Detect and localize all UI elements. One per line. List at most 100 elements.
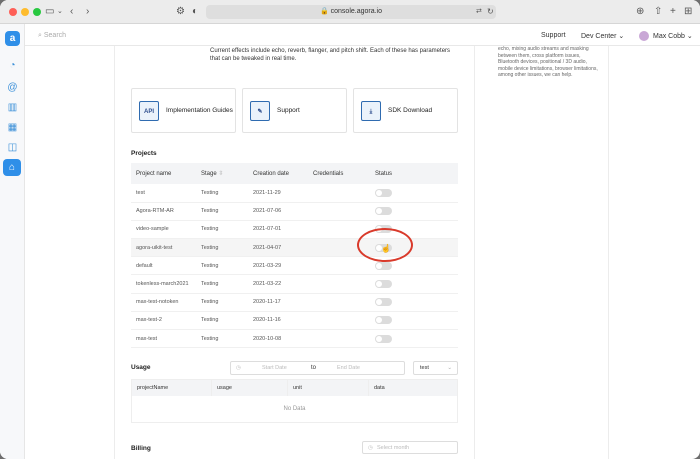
support-link[interactable]: Support bbox=[541, 32, 566, 39]
user-menu[interactable]: Max Cobb ⌄ bbox=[653, 32, 693, 40]
projects-title: Projects bbox=[131, 150, 157, 157]
project-stage: Testing bbox=[196, 293, 248, 312]
creation-date: 2021-07-01 bbox=[248, 220, 308, 240]
sdk-download-card[interactable]: ⤓ SDK Download bbox=[353, 88, 458, 133]
project-stage: Testing bbox=[196, 220, 248, 240]
project-name[interactable]: video-sample bbox=[131, 220, 196, 240]
table-header-row: Project name Stage ⇳ Creation date Crede… bbox=[131, 163, 458, 184]
creation-date: 2021-03-22 bbox=[248, 274, 308, 294]
project-select[interactable]: test ⌄ bbox=[413, 361, 458, 375]
project-name[interactable]: agora-uikit-test bbox=[131, 238, 196, 258]
forward-arrow-icon[interactable]: › bbox=[86, 5, 89, 19]
column-header[interactable]: Stage ⇳ bbox=[196, 163, 248, 184]
close-window-button[interactable] bbox=[9, 8, 17, 16]
usage-table: projectName usage unit data No Data bbox=[131, 379, 458, 423]
browser-titlebar: ▭ ⌄ ‹ › ⚙ ◐ 🔒 console.agora.io ⇄ ↻ ⊕ ⇧ +… bbox=[0, 0, 700, 24]
extension-icon[interactable]: ⚙ bbox=[176, 5, 185, 19]
right-panel-text: echo, mixing audio streams and masking b… bbox=[498, 46, 598, 78]
support-card[interactable]: ✎ Support bbox=[242, 88, 347, 133]
table-row[interactable]: tokenless-march2021 Testing 2021-03-22 bbox=[131, 274, 458, 294]
app-header: ⌕ Search Support Dev Center ⌄ Max Cobb ⌄ bbox=[0, 24, 700, 46]
calendar-icon: ◷ bbox=[236, 365, 241, 371]
column-header: projectName bbox=[131, 379, 212, 396]
filter-icon[interactable]: ⇳ bbox=[218, 171, 223, 177]
creation-date: 2021-11-29 bbox=[248, 184, 308, 203]
new-tab-icon[interactable]: + bbox=[670, 5, 676, 19]
books-icon[interactable]: ▥ bbox=[6, 101, 19, 114]
table-row[interactable]: Agora-RTM-AR Testing 2021-07-06 bbox=[131, 202, 458, 221]
project-name[interactable]: tokenless-march2021 bbox=[131, 274, 196, 294]
status-toggle[interactable] bbox=[375, 334, 392, 343]
status-toggle[interactable] bbox=[375, 188, 392, 197]
wallet-icon[interactable]: ◫ bbox=[6, 141, 19, 154]
status-toggle[interactable] bbox=[375, 280, 392, 289]
sidebar: a ◔ @ ▥ ▦ ◫ ⌂ bbox=[0, 24, 25, 459]
agora-logo[interactable]: a bbox=[5, 31, 20, 46]
table-row[interactable]: test Testing 2021-11-29 bbox=[131, 184, 458, 203]
creation-date: 2020-11-17 bbox=[248, 293, 308, 312]
user-name: Max Cobb bbox=[653, 33, 685, 40]
empty-state-text: No Data bbox=[283, 405, 306, 412]
project-name[interactable]: max-test-2 bbox=[131, 311, 196, 331]
download-icon[interactable]: ⊕ bbox=[636, 5, 644, 19]
project-stage: Testing bbox=[196, 274, 248, 294]
table-row[interactable]: default Testing 2021-03-29 bbox=[131, 256, 458, 276]
avatar[interactable] bbox=[639, 31, 649, 41]
dev-center-label: Dev Center bbox=[581, 33, 617, 40]
search-placeholder: Search bbox=[43, 32, 67, 39]
browser-window: ▭ ⌄ ‹ › ⚙ ◐ 🔒 console.agora.io ⇄ ↻ ⊕ ⇧ +… bbox=[0, 0, 700, 459]
address-bar[interactable]: 🔒 console.agora.io bbox=[206, 5, 496, 19]
month-placeholder: Select month bbox=[377, 445, 410, 451]
back-arrow-icon[interactable]: ‹ bbox=[70, 5, 73, 19]
support-docs-icon: ✎ bbox=[250, 101, 270, 121]
project-name[interactable]: Agora-RTM-AR bbox=[131, 202, 196, 221]
privacy-shield-icon[interactable]: ◐ bbox=[192, 5, 198, 19]
bar-chart-icon[interactable]: ▦ bbox=[6, 121, 19, 134]
projects-icon[interactable]: ⌂ bbox=[3, 159, 21, 176]
effects-description: Current effects include echo, reverb, fl… bbox=[210, 48, 451, 62]
at-sign-icon[interactable]: @ bbox=[6, 81, 19, 94]
end-date-input[interactable]: End Date bbox=[337, 362, 360, 375]
divider bbox=[608, 46, 609, 459]
column-header: usage bbox=[211, 379, 288, 396]
status-toggle[interactable] bbox=[375, 316, 392, 325]
translate-icon[interactable]: ⇄ bbox=[476, 5, 482, 19]
implementation-guides-card[interactable]: API Implementation Guides bbox=[131, 88, 236, 133]
status-toggle[interactable] bbox=[375, 261, 392, 270]
start-date-input[interactable]: Start Date bbox=[262, 362, 287, 375]
chevron-down-icon: ⌄ bbox=[618, 33, 625, 40]
reload-icon[interactable]: ↻ bbox=[487, 5, 494, 19]
project-name[interactable]: max-test-notoken bbox=[131, 293, 196, 312]
project-name[interactable]: max-test bbox=[131, 329, 196, 349]
dev-center-menu[interactable]: Dev Center ⌄ bbox=[581, 32, 624, 40]
table-row[interactable]: max-test-2 Testing 2020-11-16 bbox=[131, 311, 458, 331]
share-icon[interactable]: ⇧ bbox=[654, 5, 662, 19]
calendar-icon: ◷ bbox=[368, 445, 373, 451]
project-name[interactable]: test bbox=[131, 184, 196, 203]
project-select-value: test bbox=[420, 365, 429, 371]
status-toggle[interactable] bbox=[375, 207, 392, 216]
creation-date: 2021-03-29 bbox=[248, 256, 308, 276]
billing-title: Billing bbox=[131, 445, 151, 452]
search-field[interactable]: ⌕ Search bbox=[38, 32, 66, 40]
date-range-picker[interactable]: ◷ Start Date to End Date bbox=[230, 361, 405, 375]
table-row[interactable]: max-test Testing 2020-10-08 bbox=[131, 329, 458, 349]
project-stage: Testing bbox=[196, 202, 248, 221]
sidebar-toggle-icon[interactable]: ▭ bbox=[45, 5, 54, 19]
status-toggle[interactable] bbox=[375, 298, 392, 307]
month-picker[interactable]: ◷ Select month bbox=[362, 441, 458, 454]
creation-date: 2020-10-08 bbox=[248, 329, 308, 349]
dashboard-icon[interactable]: ◔ bbox=[6, 59, 19, 72]
project-stage: Testing bbox=[196, 184, 248, 203]
minimize-window-button[interactable] bbox=[21, 8, 29, 16]
tab-overview-icon[interactable]: ⊞ bbox=[684, 5, 692, 19]
project-name[interactable]: default bbox=[131, 256, 196, 276]
project-stage: Testing bbox=[196, 256, 248, 276]
chevron-down-icon[interactable]: ⌄ bbox=[57, 5, 63, 19]
card-label: Implementation Guides bbox=[166, 107, 233, 114]
table-row[interactable]: max-test-notoken Testing 2020-11-17 bbox=[131, 293, 458, 312]
column-header: Creation date bbox=[248, 163, 308, 184]
table-header-row: projectName usage unit data bbox=[131, 379, 458, 396]
column-header: Credentials bbox=[308, 163, 370, 184]
zoom-window-button[interactable] bbox=[33, 8, 41, 16]
